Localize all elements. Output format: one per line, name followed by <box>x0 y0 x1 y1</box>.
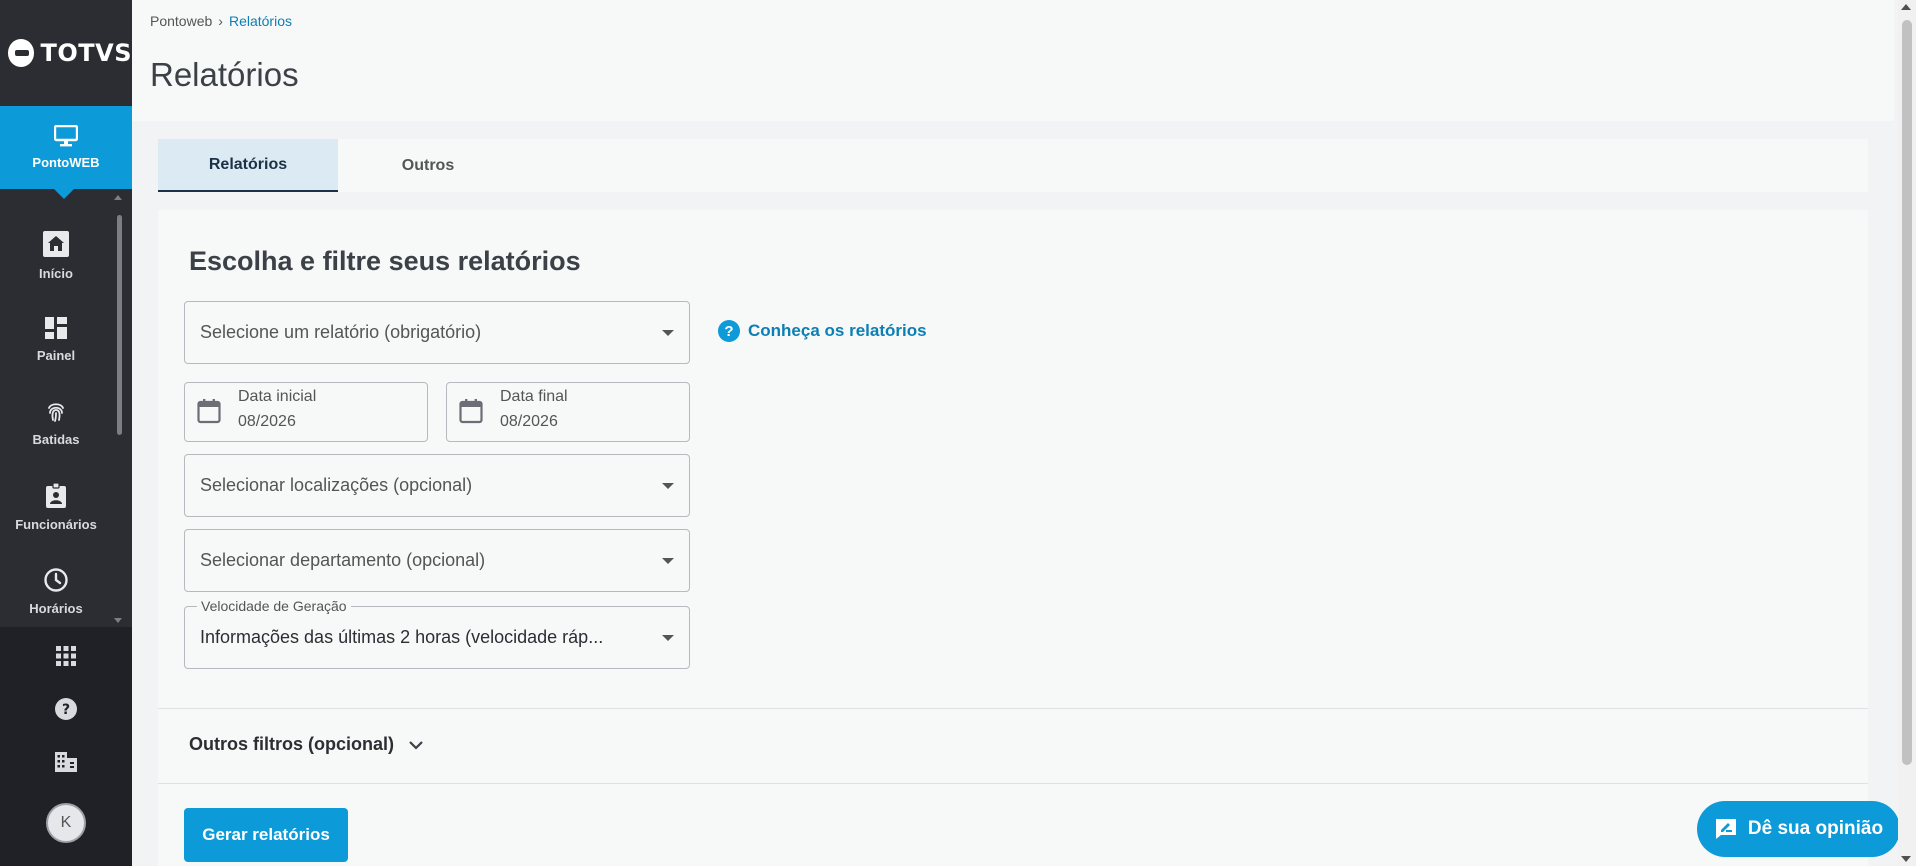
help-reports-link[interactable]: ? Conheça os relatórios <box>718 320 927 342</box>
caret-down-icon <box>662 482 674 489</box>
sidebar-scroll-thumb[interactable] <box>117 215 122 435</box>
scroll-down-arrow-icon[interactable] <box>1901 856 1911 862</box>
chevron-right-icon: › <box>218 13 223 29</box>
building-icon[interactable] <box>54 751 78 773</box>
divider <box>158 783 1868 784</box>
caret-down-icon <box>662 329 674 336</box>
feedback-icon <box>1715 819 1736 839</box>
speed-select-value: Informações das últimas 2 horas (velocid… <box>200 627 604 647</box>
sidebar-item-label: Painel <box>36 347 76 363</box>
fingerprint-icon <box>48 402 64 422</box>
caret-down-icon <box>662 557 674 564</box>
report-select-placeholder: Selecione um relatório (obrigatório) <box>200 322 482 342</box>
feedback-button[interactable]: Dê sua opinião <box>1697 801 1900 857</box>
date-start-label: Data inicial <box>238 388 317 405</box>
page-header: Pontoweb › Relatórios Relatórios <box>132 0 1894 121</box>
page-scrollbar[interactable] <box>1898 0 1916 866</box>
report-filter-card: Escolha e filtre seus relatórios Selecio… <box>158 210 1868 866</box>
dashboard-icon <box>45 316 67 339</box>
totvs-logo-icon <box>8 39 35 67</box>
apps-grid-icon[interactable] <box>55 645 77 667</box>
help-icon[interactable]: ? <box>54 697 78 721</box>
sidebar-item-funcionarios[interactable]: Funcionários <box>0 465 112 549</box>
sidebar-item-painel[interactable]: Painel <box>0 297 112 381</box>
tab-relatorios[interactable]: Relatórios <box>158 139 338 192</box>
chevron-down-icon <box>409 740 423 750</box>
speed-select[interactable]: Velocidade de Geração Informações das úl… <box>184 598 690 669</box>
sidebar-item-label: Início <box>39 265 73 281</box>
tab-outros[interactable]: Outros <box>338 139 518 192</box>
page-title: Relatórios <box>150 56 299 93</box>
feedback-label: Dê sua opinião <box>1747 818 1884 839</box>
breadcrumb-home-link[interactable]: Pontoweb <box>150 13 212 29</box>
speed-select-legend: Velocidade de Geração <box>197 598 351 614</box>
sidebar-item-label: PontoWEB <box>32 155 100 170</box>
scroll-up-arrow-icon[interactable] <box>1901 4 1911 10</box>
date-end-field[interactable]: Data final 08/2026 <box>446 382 690 442</box>
scroll-up-arrow-icon[interactable] <box>114 195 122 200</box>
other-filters-label: Outros filtros (opcional) <box>189 734 394 754</box>
breadcrumb: Pontoweb › Relatórios <box>150 13 292 29</box>
sidebar: TOTVS PontoWEB Início Painel Batidas Fun… <box>0 0 132 866</box>
sidebar-scrollbar[interactable] <box>114 195 128 623</box>
date-start-value: 08/2026 <box>238 413 296 430</box>
divider <box>158 708 1868 709</box>
sidebar-item-inicio[interactable]: Início <box>0 213 112 297</box>
sidebar-item-label: Batidas <box>32 431 80 447</box>
home-icon <box>43 230 69 257</box>
card-title: Escolha e filtre seus relatórios <box>189 246 581 276</box>
locations-select-placeholder: Selecionar localizações (opcional) <box>200 475 473 495</box>
locations-select[interactable]: Selecionar localizações (opcional) <box>184 454 690 517</box>
page-scroll-thumb[interactable] <box>1902 20 1912 765</box>
date-end-label: Data final <box>500 388 568 405</box>
generate-reports-button[interactable]: Gerar relatórios <box>184 808 348 862</box>
sidebar-item-label: Funcionários <box>15 516 97 532</box>
calendar-icon <box>459 399 483 424</box>
sidebar-nav-list: Início Painel Batidas Funcionários Horár… <box>0 189 132 627</box>
question-icon: ? <box>718 320 740 342</box>
report-select[interactable]: Selecione um relatório (obrigatório) <box>184 301 690 364</box>
badge-icon <box>46 482 66 508</box>
department-select[interactable]: Selecionar departamento (opcional) <box>184 529 690 592</box>
totvs-logo[interactable]: TOTVS <box>0 0 132 106</box>
date-start-field[interactable]: Data inicial 08/2026 <box>184 382 428 442</box>
other-filters-toggle[interactable]: Outros filtros (opcional) <box>189 734 424 755</box>
sidebar-item-batidas[interactable]: Batidas <box>0 381 112 465</box>
help-link-label: Conheça os relatórios <box>748 321 927 340</box>
date-end-value: 08/2026 <box>500 413 558 430</box>
monitor-icon <box>54 125 78 147</box>
scroll-down-arrow-icon[interactable] <box>114 618 122 623</box>
breadcrumb-current: Relatórios <box>228 13 292 29</box>
sidebar-item-label: Horários <box>29 600 83 616</box>
avatar[interactable]: K <box>46 803 86 843</box>
caret-down-icon <box>662 634 674 641</box>
sidebar-bottom: ? K <box>0 627 132 866</box>
sidebar-item-pontoweb[interactable]: PontoWEB <box>0 106 132 199</box>
calendar-icon <box>197 399 221 424</box>
tab-bar: Relatórios Outros <box>158 139 1868 192</box>
department-select-placeholder: Selecionar departamento (opcional) <box>200 550 486 570</box>
logo-text: TOTVS <box>40 39 132 67</box>
svg-text:?: ? <box>62 702 70 718</box>
sidebar-item-horarios[interactable]: Horários <box>0 549 112 633</box>
clock-icon <box>44 567 68 592</box>
